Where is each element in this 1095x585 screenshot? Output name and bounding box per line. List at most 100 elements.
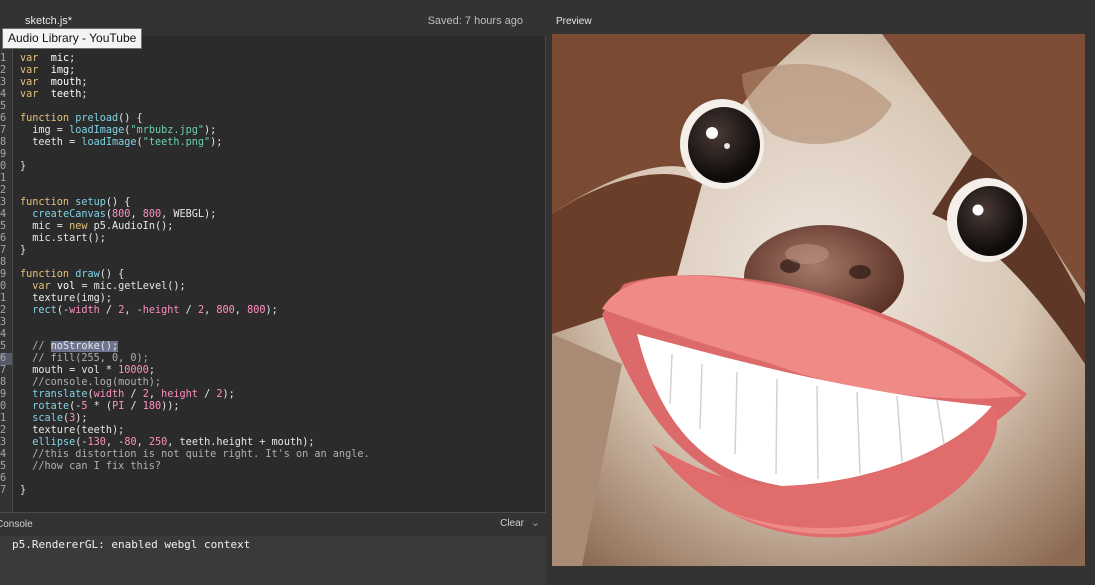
code-line[interactable]: 7} (0, 485, 26, 497)
code-token: noStroke(); (50, 341, 119, 352)
code-token: = mic.getLevel(); (75, 281, 186, 292)
code-line[interactable]: 2 (0, 185, 12, 197)
code-token: rect (32, 305, 57, 316)
code-text: var img; (20, 65, 75, 77)
code-token: ); (204, 125, 217, 136)
code-line[interactable]: 7 mouth = vol * 10000; (0, 365, 155, 377)
code-text: function setup() { (20, 197, 130, 209)
code-line[interactable]: 5 //how can I fix this? (0, 461, 161, 473)
code-token: mouth (50, 77, 82, 88)
line-number: 6 (0, 233, 7, 244)
line-number: 9 (0, 269, 7, 280)
code-token: ); (75, 413, 88, 424)
code-line[interactable]: 0} (0, 161, 26, 173)
line-number: 7 (0, 365, 7, 376)
code-line[interactable]: 3 function setup() { (0, 197, 130, 209)
code-editor[interactable]: 1 var mic; 2 var img; 3 var mouth; 4 var teeth;… (0, 36, 546, 512)
chevron-down-icon[interactable]: ⌄ (531, 516, 540, 529)
file-tab[interactable]: sketch.js* (25, 15, 72, 27)
code-line[interactable]: 9 function draw() { (0, 269, 124, 281)
code-token: () { (99, 269, 125, 280)
code-token: width (69, 305, 100, 316)
code-token: function (20, 269, 70, 280)
code-line[interactable]: 8 (0, 257, 12, 269)
code-token: 800 (216, 305, 235, 316)
code-line[interactable]: 1 (0, 173, 12, 185)
code-text: img = loadImage("mrbubz.jpg"); (20, 125, 216, 137)
code-token: 800 (142, 209, 162, 220)
code-token: } (20, 485, 27, 496)
clear-console-button[interactable]: Clear (500, 518, 524, 529)
code-line[interactable]: 6 (0, 473, 12, 485)
code-text: rect(-width / 2, -height / 2, 800, 800); (20, 305, 278, 317)
code-line[interactable]: 1 var mic; (0, 53, 75, 65)
code-token: 800 (112, 209, 131, 220)
code-token: (- (75, 437, 88, 448)
code-line[interactable]: 4 (0, 329, 12, 341)
code-line[interactable]: 0 rotate(-5 * (PI / 180)); (0, 401, 180, 413)
code-line[interactable]: 8 //console.log(mouth); (0, 377, 161, 389)
code-token: 80 (124, 437, 137, 448)
code-text: //this distortion is not quite right. It… (20, 449, 369, 461)
code-line[interactable]: 8 teeth = loadImage("teeth.png"); (0, 137, 222, 149)
code-token: rotate (32, 401, 70, 412)
line-number: 0 (0, 161, 7, 172)
line-number: 9 (0, 149, 7, 160)
code-line[interactable]: 9 translate(width / 2, height / 2); (0, 389, 235, 401)
code-line[interactable]: 3 (0, 317, 12, 329)
code-token: 250 (148, 437, 168, 448)
saved-status: Saved: 7 hours ago (427, 15, 523, 27)
console-message: p5.RendererGL: enabled webgl context (12, 538, 251, 551)
code-line[interactable]: 0 var vol = mic.getLevel(); (0, 281, 186, 293)
code-text: } (20, 161, 26, 173)
code-line[interactable]: 6 // fill(255, 0, 0); (0, 353, 149, 365)
code-line[interactable]: 7 img = loadImage("mrbubz.jpg"); (0, 125, 216, 137)
code-token: ; (69, 65, 76, 76)
code-line[interactable]: 1 scale(3); (0, 413, 88, 425)
code-line[interactable]: 4 var teeth; (0, 89, 88, 101)
code-line[interactable]: 2 var img; (0, 65, 75, 77)
code-line[interactable]: 4 //this distortion is not quite right. … (0, 449, 370, 461)
code-token: (- (69, 401, 82, 412)
code-token: img = (20, 125, 70, 136)
preview-canvas[interactable] (552, 34, 1085, 566)
line-number: 5 (0, 101, 7, 112)
code-token: ; (148, 365, 155, 376)
code-token: ); (265, 305, 278, 316)
code-line[interactable]: 4 createCanvas(800, 800, WEBGL); (0, 209, 216, 221)
code-line[interactable]: 6 mic.start(); (0, 233, 106, 245)
code-line[interactable]: 9 (0, 149, 12, 161)
code-line[interactable]: 3 var mouth; (0, 77, 88, 89)
line-number: 4 (0, 209, 7, 220)
tooltip: Audio Library - YouTube (2, 28, 143, 49)
code-line[interactable]: 1 texture(img); (0, 293, 112, 305)
code-line[interactable]: 7} (0, 245, 26, 257)
code-line[interactable]: 6 function preload() { (0, 113, 143, 125)
line-number: 5 (0, 461, 7, 472)
code-token: width (93, 389, 125, 400)
line-number: 9 (0, 389, 7, 400)
code-token: 10000 (118, 365, 149, 376)
line-number: 0 (0, 401, 7, 412)
code-text: texture(teeth); (20, 425, 124, 437)
code-line[interactable]: 5 // noStroke(); (0, 341, 119, 353)
code-line[interactable]: 3 ellipse(-130, -80, 250, teeth.height +… (0, 437, 314, 449)
code-token: var (20, 65, 39, 76)
code-line[interactable]: 5 mic = new p5.AudioIn(); (0, 221, 173, 233)
code-line[interactable]: 5 (0, 101, 12, 113)
code-token: mic.start(); (20, 233, 106, 244)
code-area[interactable]: 1 var mic; 2 var img; 3 var mouth; 4 var teeth;… (0, 53, 370, 497)
code-line[interactable]: 2 rect(-width / 2, -height / 2, 800, 800… (0, 305, 278, 317)
console-header: Console Clear ⌄ (0, 512, 546, 536)
code-text: createCanvas(800, 800, WEBGL); (20, 209, 216, 221)
code-token: , - (124, 305, 143, 316)
code-text: //console.log(mouth); (20, 377, 161, 389)
code-token: "teeth.png" (142, 137, 211, 148)
code-line[interactable]: 2 texture(teeth); (0, 425, 124, 437)
code-token: , (148, 389, 162, 400)
